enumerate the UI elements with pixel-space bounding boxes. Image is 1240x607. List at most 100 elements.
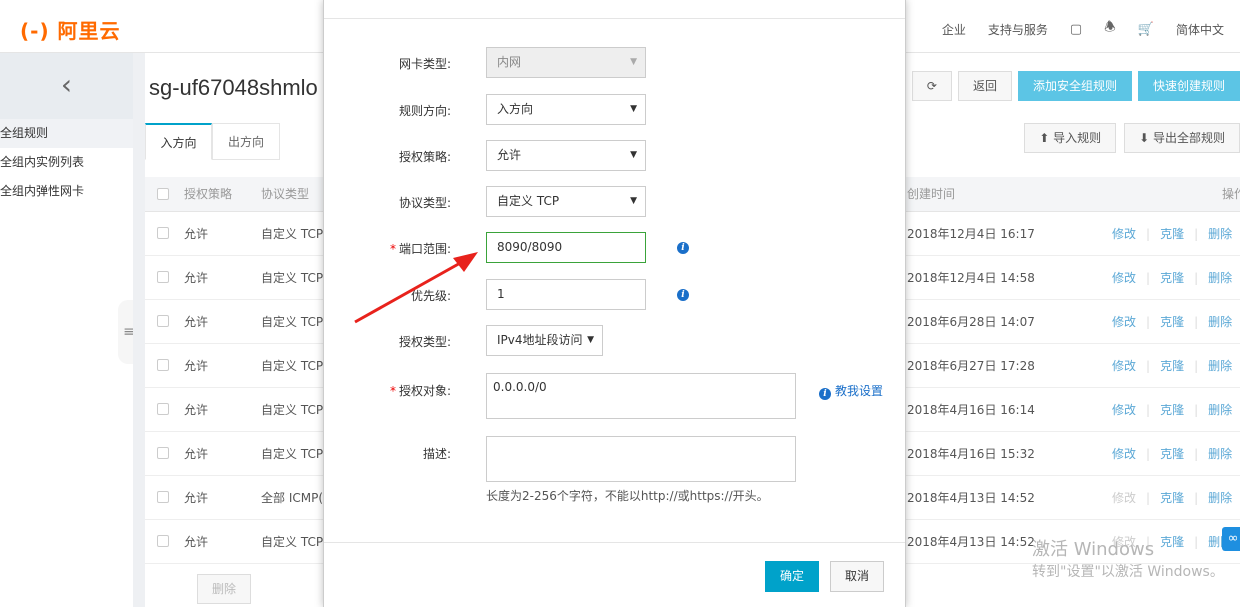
divider: | — [1146, 227, 1151, 241]
delete-link[interactable]: 删除 — [1208, 447, 1232, 461]
watermark-line1: 激活 Windows — [1032, 539, 1155, 560]
edit-link[interactable]: 修改 — [1112, 359, 1136, 373]
clone-link[interactable]: 克隆 — [1160, 447, 1184, 461]
edit-link[interactable]: 修改 — [1112, 315, 1136, 329]
chevron-down-icon: ▼ — [630, 196, 637, 206]
chevron-down-icon: ▼ — [630, 150, 637, 160]
cell-actions: 修改 | 克隆 | 删除 — [1112, 432, 1232, 476]
select-all-checkbox[interactable] — [157, 188, 169, 200]
row-checkbox[interactable] — [157, 271, 169, 283]
quick-create-button[interactable]: 快速创建规则 — [1137, 71, 1240, 101]
row-checkbox[interactable] — [157, 491, 169, 503]
cell-actions: 修改 | 克隆 | 删除 — [1112, 212, 1232, 256]
terminal-icon[interactable]: ▢ — [1070, 22, 1082, 37]
tab-outbound[interactable]: 出方向 — [212, 123, 280, 160]
nic-type-value: 内网 — [497, 55, 522, 69]
import-button[interactable]: ⬆ 导入规则 — [1024, 123, 1117, 153]
divider: | — [1194, 227, 1199, 241]
delete-link[interactable]: 删除 — [1208, 227, 1232, 241]
link-icon[interactable]: ∞ — [1222, 527, 1240, 551]
back-chevron-icon[interactable]: ‹ — [0, 53, 133, 119]
divider: | — [1194, 271, 1199, 285]
label-auth-type: 授权类型: — [398, 335, 451, 349]
description-textarea[interactable] — [486, 436, 796, 482]
row-checkbox[interactable] — [157, 315, 169, 327]
row-checkbox[interactable] — [157, 359, 169, 371]
cell-actions: 修改 | 克隆 | 删除 — [1112, 344, 1232, 388]
row-checkbox[interactable] — [157, 535, 169, 547]
auth-object-textarea[interactable]: 0.0.0.0/0 — [486, 373, 796, 419]
divider: | — [1194, 491, 1199, 505]
row-checkbox[interactable] — [157, 403, 169, 415]
chevron-down-icon: ▼ — [630, 57, 637, 67]
auth-type-select[interactable]: IPv4地址段访问 ▼ — [486, 325, 603, 356]
import-export: ⬆ 导入规则 ⬇ 导出全部规则 — [1024, 123, 1240, 153]
bell-icon[interactable]: 🕭 — [1104, 18, 1116, 40]
required-asterisk: * — [389, 384, 396, 398]
cell-protocol: 自定义 TCP — [261, 227, 324, 241]
delete-link[interactable]: 删除 — [1208, 271, 1232, 285]
priority-input[interactable]: 1 — [486, 279, 646, 310]
delete-link[interactable]: 删除 — [1208, 491, 1232, 505]
cell-created: 2018年4月16日 16:14 — [907, 403, 1035, 417]
confirm-button[interactable]: 确定 — [765, 561, 820, 592]
label-auth-object: * 授权对象: — [324, 382, 451, 399]
info-icon[interactable]: i — [677, 289, 689, 301]
cart-icon[interactable]: 🛒 — [1138, 22, 1154, 37]
export-button[interactable]: ⬇ 导出全部规则 — [1124, 123, 1240, 153]
delete-link[interactable]: 删除 — [1208, 403, 1232, 417]
cell-policy: 允许 — [184, 359, 209, 373]
add-rule-dialog: 网卡类型: 内网 ▼ 规则方向: 入方向 ▼ 授权策略: 允许 ▼ 协议类型: … — [323, 0, 906, 607]
watermark-line2: 转到"设置"以激活 Windows。 — [1032, 564, 1224, 580]
nic-type-select[interactable]: 内网 ▼ — [486, 47, 646, 78]
cell-protocol: 全部 ICMP(I — [261, 491, 327, 505]
clone-link[interactable]: 克隆 — [1160, 403, 1184, 417]
nav-support[interactable]: 支持与服务 — [988, 21, 1048, 38]
back-button[interactable]: 返回 — [957, 71, 1012, 101]
help-link[interactable]: i 教我设置 — [819, 382, 883, 400]
add-rule-button[interactable]: 添加安全组规则 — [1017, 71, 1132, 101]
clone-link[interactable]: 克隆 — [1160, 315, 1184, 329]
clone-link[interactable]: 克隆 — [1160, 491, 1184, 505]
cell-policy: 允许 — [184, 447, 209, 461]
clone-link[interactable]: 克隆 — [1160, 359, 1184, 373]
cell-protocol: 自定义 TCP — [261, 447, 324, 461]
row-checkbox[interactable] — [157, 447, 169, 459]
edit-link[interactable]: 修改 — [1112, 403, 1136, 417]
nav-enterprise[interactable]: 企业 — [942, 21, 966, 38]
direction-select[interactable]: 入方向 ▼ — [486, 94, 646, 125]
divider: | — [1194, 315, 1199, 329]
protocol-select[interactable]: 自定义 TCP ▼ — [486, 186, 646, 217]
edit-link[interactable]: 修改 — [1112, 447, 1136, 461]
policy-select[interactable]: 允许 ▼ — [486, 140, 646, 171]
cancel-button[interactable]: 取消 — [830, 561, 885, 592]
sidebar-item-rules[interactable]: 全组规则 — [0, 119, 133, 148]
delete-link[interactable]: 删除 — [1208, 359, 1232, 373]
divider: | — [1146, 315, 1151, 329]
divider: | — [1146, 491, 1151, 505]
edit-link[interactable]: 修改 — [1112, 491, 1136, 505]
dialog-divider — [324, 18, 905, 19]
edit-link[interactable]: 修改 — [1112, 227, 1136, 241]
row-checkbox[interactable] — [157, 227, 169, 239]
refresh-button[interactable]: ⟳ — [911, 71, 952, 101]
windows-watermark: 激活 Windows 转到"设置"以激活 Windows。 — [1032, 538, 1224, 582]
clone-link[interactable]: 克隆 — [1160, 271, 1184, 285]
port-range-input[interactable]: 8090/8090 — [486, 232, 646, 263]
cell-created: 2018年4月13日 14:52 — [907, 491, 1035, 505]
clone-link[interactable]: 克隆 — [1160, 227, 1184, 241]
col-protocol: 协议类型 — [261, 187, 310, 201]
info-icon[interactable]: i — [677, 242, 689, 254]
edit-link[interactable]: 修改 — [1112, 271, 1136, 285]
sidebar-item-enis[interactable]: 全组内弹性网卡 — [0, 177, 133, 206]
tab-inbound[interactable]: 入方向 — [145, 123, 212, 160]
sidebar: ‹ 全组规则 全组内实例列表 全组内弹性网卡 — [0, 53, 133, 607]
direction-value: 入方向 — [497, 102, 534, 116]
policy-value: 允许 — [497, 148, 522, 162]
sidebar-item-instances[interactable]: 全组内实例列表 — [0, 148, 133, 177]
bulk-delete-button[interactable]: 删除 — [197, 574, 252, 604]
delete-link[interactable]: 删除 — [1208, 315, 1232, 329]
aliyun-logo[interactable]: (-) 阿里云 — [20, 15, 121, 44]
chevron-down-icon: ▼ — [630, 104, 637, 114]
nav-language[interactable]: 简体中文 — [1176, 21, 1224, 38]
